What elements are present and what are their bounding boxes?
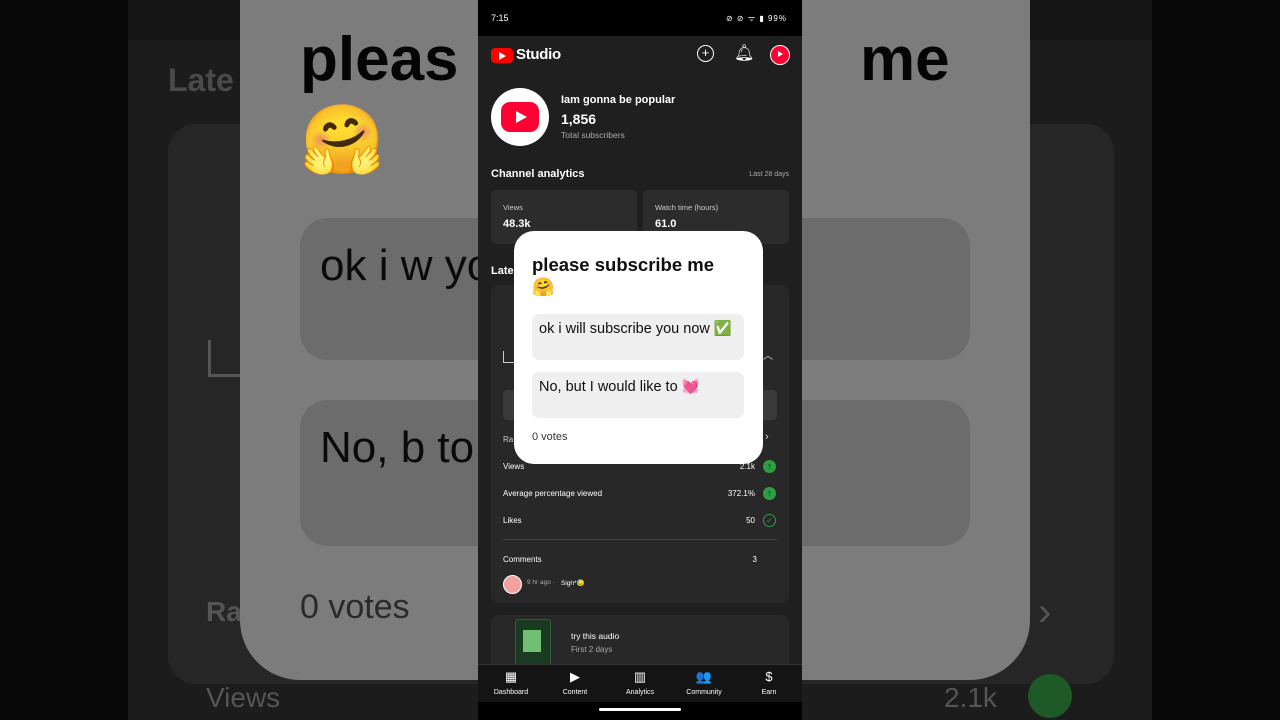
poll-option-2[interactable]: No, but I would like to 💓 — [532, 372, 744, 418]
nav-community[interactable]: 👥 Community — [672, 669, 736, 696]
analytics-title: Channel analytics — [491, 168, 585, 180]
poll-question: please subscribe me — [532, 254, 715, 275]
account-avatar[interactable] — [770, 45, 790, 65]
app-header: Studio + 🔔︎ — [478, 36, 802, 76]
poll-option-2-label: No, but I would like to 💓 — [539, 379, 700, 395]
trend-up-icon: ↑ — [763, 487, 776, 500]
bg-right-strip — [1152, 0, 1280, 720]
metric-views-label: Views — [503, 462, 525, 471]
youtube-play-icon — [501, 102, 539, 132]
video-thumbnail — [515, 619, 551, 664]
create-plus-icon[interactable]: + — [697, 45, 714, 62]
bg-up-badge — [1028, 674, 1072, 718]
bg-hug-emoji-icon: 🤗 — [300, 102, 385, 178]
thumbnail-screen — [523, 630, 541, 652]
trend-up-icon: ↑ — [763, 460, 776, 473]
channel-avatar[interactable] — [491, 88, 549, 146]
ranking-label: Ra — [503, 435, 514, 444]
earn-icon: $ — [765, 669, 773, 684]
bottom-navigation: ▦ Dashboard ▶ Content ▥ Analytics 👥 Comm… — [478, 664, 802, 703]
comments-count: 3 — [752, 555, 757, 564]
channel-name: Iam gonna be popular — [561, 94, 676, 106]
status-icons: ⊘ ⊘ ᯤ ▮ 99% — [726, 13, 787, 24]
bg-views-label: Views — [206, 682, 281, 713]
metric-likes-value: 50 — [746, 516, 755, 525]
nav-analytics[interactable]: ▥ Analytics — [608, 669, 672, 696]
latest-section-title: Late — [491, 265, 514, 277]
community-icon: 👥 — [695, 669, 713, 684]
nav-earn[interactable]: $ Earn — [737, 669, 801, 696]
nav-content[interactable]: ▶ Content — [543, 669, 607, 696]
status-time: 7:15 — [491, 13, 509, 23]
bg-poll-votes: 0 votes — [300, 588, 410, 626]
metric-avg-viewed-value: 372.1% — [727, 489, 755, 498]
metric-avg-viewed-label: Average percentage viewed — [503, 489, 603, 498]
bg-poll-title-right: me — [860, 25, 950, 94]
video-card-2[interactable]: try this audio First 2 days — [491, 615, 789, 664]
bg-chevron-right-icon: › — [1038, 590, 1052, 634]
analytics-icon: ▥ — [633, 669, 647, 684]
watch-time-card-label: Watch time (hours) — [655, 203, 719, 212]
video-2-title: try this audio — [571, 631, 620, 641]
comments-label: Comments — [503, 555, 542, 564]
views-card-label: Views — [503, 203, 523, 212]
bg-rank-label: Ra — [206, 596, 242, 627]
subscriber-count: 1,856 — [561, 111, 597, 127]
bg-latest-label: Late — [168, 62, 234, 98]
content-icon: ▶ — [570, 669, 580, 684]
bg-left-strip — [0, 0, 128, 720]
battery-level: 99% — [767, 14, 787, 23]
nav-content-label: Content — [562, 689, 588, 696]
dashboard-icon: ▦ — [504, 669, 518, 684]
chevron-up-icon[interactable]: ︿ — [763, 347, 773, 362]
notifications-bell-icon[interactable]: 🔔︎ — [734, 45, 754, 63]
commenter-avatar — [503, 575, 522, 594]
hug-emoji-icon: 🤗 — [532, 277, 555, 297]
metric-likes-label: Likes — [503, 516, 522, 525]
youtube-logo-icon — [491, 48, 513, 63]
bg-views-value: 2.1k — [944, 682, 997, 713]
watch-time-card-value: 61.0 — [655, 218, 677, 230]
bg-chart-icon — [208, 340, 243, 377]
comment-time: 9 hr ago · — [527, 579, 555, 586]
video-2-subtitle: First 2 days — [571, 645, 613, 654]
divider — [503, 539, 777, 540]
signal-icons: ⊘ ⊘ ᯤ ▮ — [725, 14, 768, 23]
status-bar: 7:15 ⊘ ⊘ ᯤ ▮ 99% — [478, 0, 802, 36]
poll-votes: 0 votes — [532, 431, 568, 443]
views-card-value: 48.3k — [503, 218, 531, 230]
bg-poll-title-left: pleas — [300, 25, 459, 94]
nav-dashboard-label: Dashboard — [493, 689, 529, 696]
analytics-range: Last 28 days — [749, 171, 789, 178]
nav-analytics-label: Analytics — [625, 689, 654, 696]
subscriber-label: Total subscribers — [561, 130, 625, 140]
nav-earn-label: Earn — [761, 689, 777, 696]
chevron-right-icon[interactable]: › — [765, 431, 769, 443]
app-name: Studio — [516, 46, 561, 63]
poll-option-1[interactable]: ok i will subscribe you now ✅ — [532, 314, 744, 360]
gesture-bar — [478, 702, 802, 720]
poll-option-1-label: ok i will subscribe you now ✅ — [539, 321, 732, 337]
comment-text: Sigh*😓 — [561, 580, 585, 587]
nav-dashboard[interactable]: ▦ Dashboard — [479, 669, 543, 696]
poll-card[interactable]: please subscribe me 🤗 ok i will subscrib… — [514, 231, 763, 464]
home-indicator[interactable] — [599, 708, 681, 711]
nav-community-label: Community — [686, 689, 722, 696]
check-circle-icon: ✓ — [763, 514, 776, 527]
